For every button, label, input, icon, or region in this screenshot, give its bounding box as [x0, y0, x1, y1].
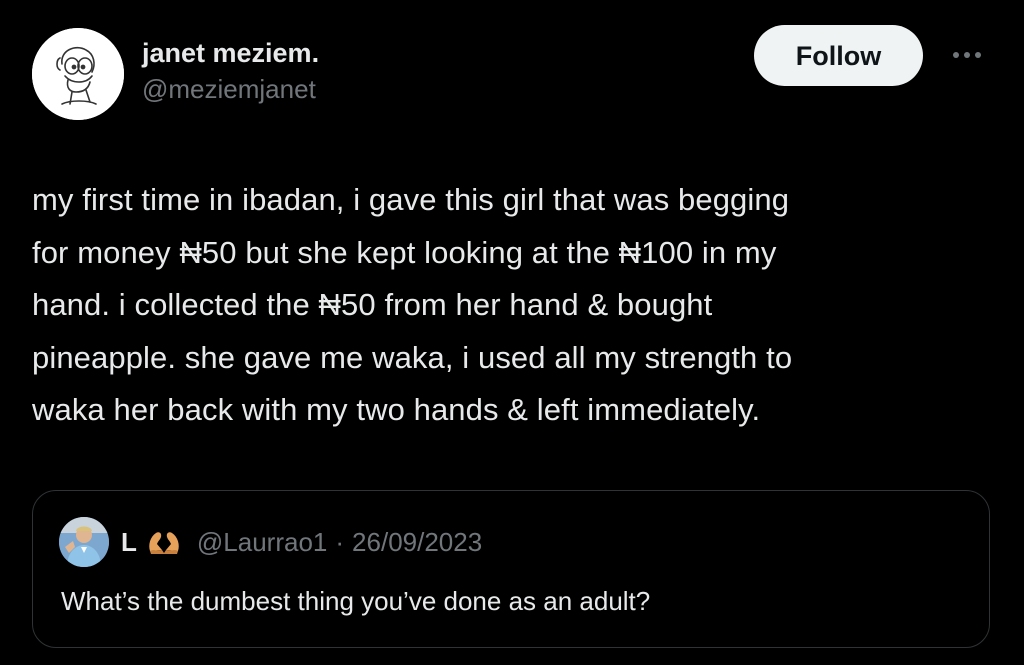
- author-avatar[interactable]: [32, 28, 124, 120]
- heart-hands-icon: [147, 529, 181, 555]
- quoted-tweet-date[interactable]: 26/09/2023: [352, 527, 482, 558]
- author-handle[interactable]: @meziemjanet: [142, 72, 319, 106]
- cartoon-character-avatar-icon: [32, 28, 124, 120]
- meta-separator: ·: [335, 526, 345, 557]
- follow-button[interactable]: Follow: [754, 25, 923, 86]
- tweet-header: janet meziem. @meziemjanet Follow: [32, 25, 992, 120]
- author-display-name[interactable]: janet meziem.: [142, 36, 319, 70]
- more-horizontal-icon-dot: [975, 52, 981, 58]
- quoted-author-avatar[interactable]: [59, 517, 109, 567]
- quoted-author-display-name[interactable]: L: [121, 527, 137, 558]
- quoted-tweet-header: L @Laurrao1 · 26/09/2023: [59, 517, 482, 567]
- tweet-text: my first time in ibadan, i gave this gir…: [32, 182, 793, 427]
- quoted-tweet-text: What’s the dumbest thing you’ve done as …: [61, 586, 651, 616]
- author-names: janet meziem. @meziemjanet: [142, 36, 319, 106]
- tweet-card: janet meziem. @meziemjanet Follow my fir…: [0, 0, 1024, 665]
- quoted-author-handle[interactable]: @Laurrao1: [197, 527, 327, 558]
- more-horizontal-icon-dot: [964, 52, 970, 58]
- person-photo-avatar-icon: [59, 517, 109, 567]
- quoted-tweet[interactable]: L @Laurrao1 · 26/09/2023 What’s the dumb…: [32, 490, 990, 648]
- more-horizontal-icon: [953, 52, 959, 58]
- more-options-button[interactable]: [942, 40, 992, 70]
